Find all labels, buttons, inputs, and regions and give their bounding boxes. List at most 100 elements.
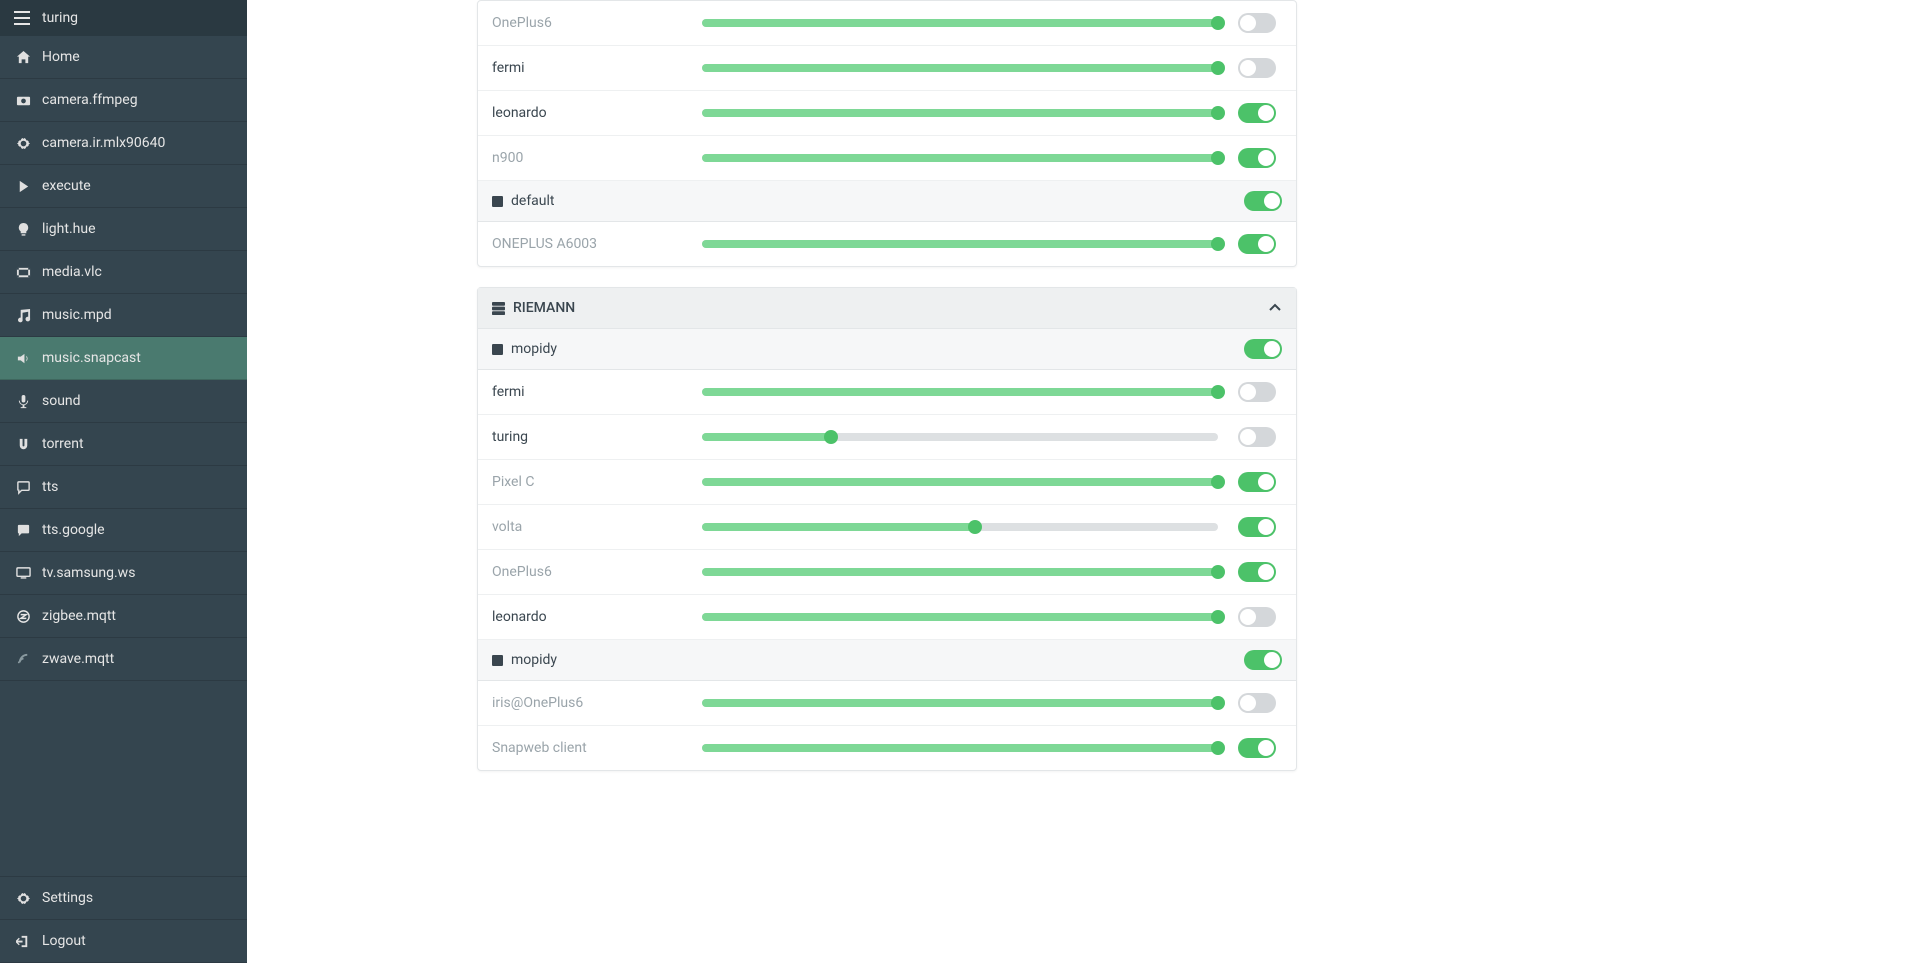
sidebar-item-label: light.hue: [42, 221, 96, 237]
chatfill-icon: [14, 523, 32, 538]
server-panel: RIEMANNmopidyfermituringPixel CvoltaOneP…: [477, 287, 1297, 771]
volume-slider[interactable]: [702, 19, 1218, 27]
logout-icon: [14, 934, 32, 949]
gear-icon: [14, 136, 32, 151]
mute-toggle[interactable]: [1238, 427, 1276, 447]
mute-toggle[interactable]: [1244, 191, 1282, 211]
sidebar-item-label: zigbee.mqtt: [42, 608, 116, 624]
volume-slider[interactable]: [702, 433, 1218, 441]
mute-toggle[interactable]: [1238, 562, 1276, 582]
sidebar-item-tv-samsung-ws[interactable]: tv.samsung.ws: [0, 552, 247, 595]
group-header: mopidy: [478, 640, 1296, 681]
client-row: fermi: [478, 46, 1296, 91]
mute-toggle[interactable]: [1238, 517, 1276, 537]
chat-icon: [14, 480, 32, 495]
volume-slider[interactable]: [702, 744, 1218, 752]
group-name: default: [511, 193, 555, 209]
client-name: Snapweb client: [492, 740, 682, 756]
chevron-up-icon[interactable]: [1268, 301, 1282, 315]
volume-slider[interactable]: [702, 613, 1218, 621]
group-header: default: [478, 181, 1296, 222]
volume-slider[interactable]: [702, 523, 1218, 531]
hamburger-icon[interactable]: [14, 11, 30, 25]
mute-toggle[interactable]: [1238, 607, 1276, 627]
sidebar-item-label: tts: [42, 479, 58, 495]
sidebar-item-light-hue[interactable]: light.hue: [0, 208, 247, 251]
sidebar-item-label: tts.google: [42, 522, 105, 538]
play-icon: [14, 179, 32, 194]
sidebar-item-Home[interactable]: Home: [0, 36, 247, 79]
volume-slider[interactable]: [702, 240, 1218, 248]
sidebar-item-torrent[interactable]: torrent: [0, 423, 247, 466]
client-name: volta: [492, 519, 682, 535]
client-row: ONEPLUS A6003: [478, 222, 1296, 266]
sidebar-footer: Settings Logout: [0, 876, 247, 963]
sidebar-item-camera-ffmpeg[interactable]: camera.ffmpeg: [0, 79, 247, 122]
sidebar-item-label: sound: [42, 393, 81, 409]
stop-icon: [492, 344, 503, 355]
sidebar-title: turing: [42, 10, 78, 26]
sidebar-item-sound[interactable]: sound: [0, 380, 247, 423]
mute-toggle[interactable]: [1244, 339, 1282, 359]
client-row: iris@OnePlus6: [478, 681, 1296, 726]
server-header[interactable]: RIEMANN: [478, 288, 1296, 329]
client-row: OnePlus6: [478, 550, 1296, 595]
sidebar-item-tts[interactable]: tts: [0, 466, 247, 509]
sidebar-item-label: camera.ir.mlx90640: [42, 135, 165, 151]
sidebar-item-media-vlc[interactable]: media.vlc: [0, 251, 247, 294]
client-name: leonardo: [492, 609, 682, 625]
volume-slider[interactable]: [702, 478, 1218, 486]
sidebar-footer-logout[interactable]: Logout: [0, 920, 247, 963]
sidebar-item-label: torrent: [42, 436, 84, 452]
volume-slider[interactable]: [702, 388, 1218, 396]
server-name: RIEMANN: [513, 300, 575, 316]
client-name: n900: [492, 150, 682, 166]
sidebar-item-music-mpd[interactable]: music.mpd: [0, 294, 247, 337]
sidebar-item-music-snapcast[interactable]: music.snapcast: [0, 337, 247, 380]
zwave-icon: [14, 652, 32, 667]
sidebar-item-zigbee-mqtt[interactable]: zigbee.mqtt: [0, 595, 247, 638]
mute-toggle[interactable]: [1238, 382, 1276, 402]
mute-toggle[interactable]: [1244, 650, 1282, 670]
sidebar-item-label: camera.ffmpeg: [42, 92, 138, 108]
client-name: Pixel C: [492, 474, 682, 490]
mute-toggle[interactable]: [1238, 693, 1276, 713]
volume-slider[interactable]: [702, 109, 1218, 117]
volume-slider[interactable]: [702, 154, 1218, 162]
client-row: volta: [478, 505, 1296, 550]
mute-toggle[interactable]: [1238, 58, 1276, 78]
sidebar-footer-label: Logout: [42, 933, 86, 949]
main-content: OnePlus6 fermi leonardo n900 default ONEPLUS …: [247, 0, 1916, 963]
sidebar-header: turing: [0, 0, 247, 36]
sidebar-item-label: music.snapcast: [42, 350, 141, 366]
group-name: mopidy: [511, 652, 557, 668]
server-icon: [492, 302, 505, 315]
camera-icon: [14, 93, 32, 108]
group-header: mopidy: [478, 329, 1296, 370]
sidebar-footer-settings[interactable]: Settings: [0, 877, 247, 920]
client-name: ONEPLUS A6003: [492, 236, 682, 252]
sidebar-item-zwave-mqtt[interactable]: zwave.mqtt: [0, 638, 247, 681]
sidebar-item-camera-ir-mlx90640[interactable]: camera.ir.mlx90640: [0, 122, 247, 165]
volume-slider[interactable]: [702, 699, 1218, 707]
sidebar-item-label: music.mpd: [42, 307, 112, 323]
volume-slider[interactable]: [702, 64, 1218, 72]
mute-toggle[interactable]: [1238, 234, 1276, 254]
mute-toggle[interactable]: [1238, 13, 1276, 33]
sidebar-item-execute[interactable]: execute: [0, 165, 247, 208]
mute-toggle[interactable]: [1238, 103, 1276, 123]
sidebar-item-label: Home: [42, 49, 80, 65]
bulb-icon: [14, 222, 32, 237]
mic-icon: [14, 394, 32, 409]
gear-icon: [14, 891, 32, 906]
mute-toggle[interactable]: [1238, 472, 1276, 492]
mute-toggle[interactable]: [1238, 148, 1276, 168]
volume-slider[interactable]: [702, 568, 1218, 576]
film-icon: [14, 265, 32, 280]
sidebar-item-tts-google[interactable]: tts.google: [0, 509, 247, 552]
mute-toggle[interactable]: [1238, 738, 1276, 758]
client-name: fermi: [492, 60, 682, 76]
client-row: turing: [478, 415, 1296, 460]
server-panel: OnePlus6fermileonardon900defaultONEPLUS …: [477, 0, 1297, 267]
stop-icon: [492, 196, 503, 207]
